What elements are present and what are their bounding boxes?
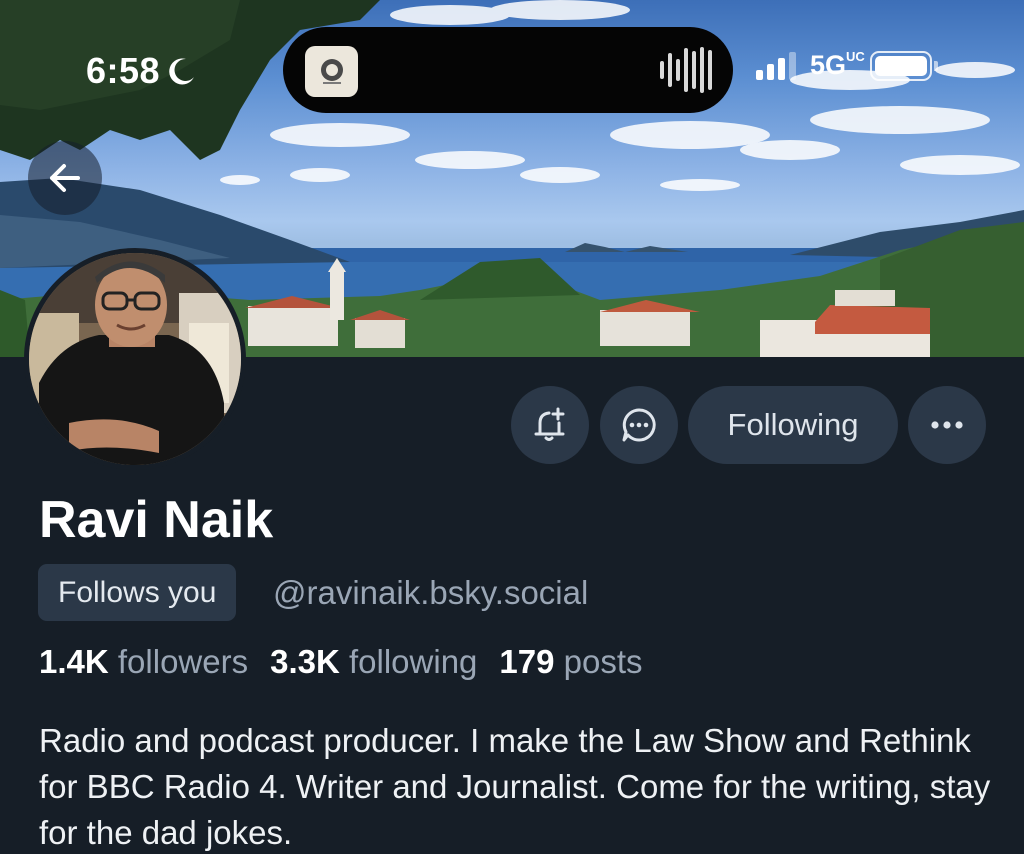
profile-handle[interactable]: @ravinaik.bsky.social	[273, 574, 588, 612]
following-button[interactable]: Following	[688, 386, 898, 464]
followers-label: followers	[117, 643, 249, 680]
network-type: 5GUC	[810, 49, 865, 81]
status-indicators: 5GUC	[756, 49, 939, 81]
status-time: 6:58	[86, 50, 198, 92]
following-button-label: Following	[727, 407, 859, 442]
profile-display-name: Ravi Naik	[39, 491, 274, 549]
moon-icon	[169, 58, 195, 85]
avatar[interactable]	[24, 248, 246, 470]
podcast-artwork-icon	[320, 58, 343, 84]
following-stat[interactable]: 3.3K following	[270, 643, 477, 681]
subscribe-notifications-button[interactable]	[511, 386, 589, 464]
profile-bio: Radio and podcast producer. I make the L…	[39, 722, 991, 851]
clock-text: 6:58	[86, 50, 161, 91]
arrow-left-icon	[50, 164, 80, 192]
profile-stats: 1.4K followers 3.3K following 179 posts	[39, 643, 665, 681]
now-playing-artwork[interactable]	[305, 46, 358, 97]
battery-icon	[870, 50, 939, 81]
following-count: 3.3K	[270, 643, 340, 680]
follows-you-badge: Follows you	[38, 564, 237, 621]
back-button[interactable]	[28, 141, 102, 215]
posts-count: 179	[499, 643, 555, 680]
network-label: 5G	[810, 50, 847, 80]
ellipsis-icon	[931, 421, 963, 429]
network-suffix: UC	[846, 49, 865, 64]
more-options-button[interactable]	[908, 386, 986, 464]
audio-waveform-icon	[660, 44, 712, 96]
posts-stat: 179 posts	[499, 643, 642, 681]
avatar-photo	[29, 253, 241, 465]
bell-plus-icon	[534, 407, 565, 441]
follows-you-label: Follows you	[58, 575, 217, 609]
followers-count: 1.4K	[39, 643, 109, 680]
followers-stat[interactable]: 1.4K followers	[39, 643, 248, 681]
posts-label: posts	[563, 643, 643, 680]
cellular-signal-icon	[756, 51, 796, 80]
message-button[interactable]	[600, 386, 678, 464]
following-label: following	[349, 643, 478, 680]
chat-bubble-icon	[622, 408, 656, 442]
